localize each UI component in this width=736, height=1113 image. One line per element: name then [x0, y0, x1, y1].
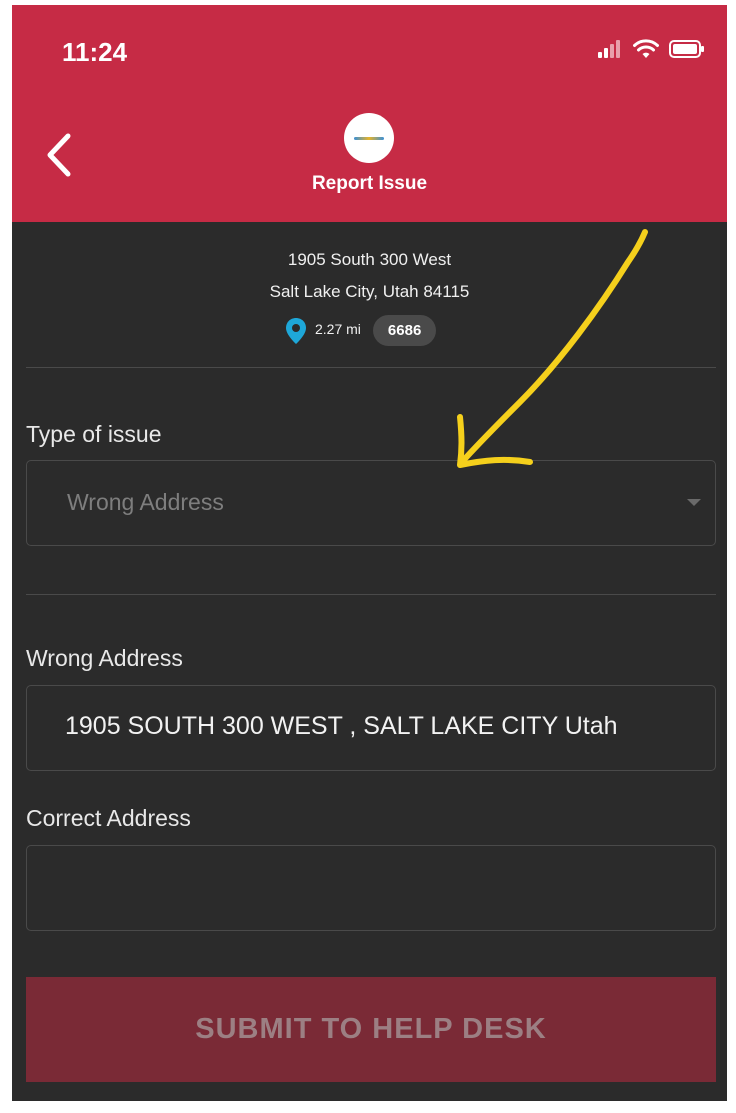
- header-bar: 11:24 Report Issue: [12, 5, 727, 222]
- location-meta: 2.27 mi 6686: [285, 315, 437, 346]
- wrong-address-label: Wrong Address: [26, 645, 183, 671]
- distance-text: 2.27 mi: [315, 320, 361, 337]
- annotation-arrow: [457, 229, 648, 468]
- status-time: 11:24: [62, 37, 128, 67]
- page-title: Report Issue: [311, 173, 428, 194]
- correct-address-label: Correct Address: [26, 805, 191, 831]
- cellular-signal-icon: [598, 40, 620, 58]
- caret-down-icon: [687, 499, 701, 506]
- correct-address-input[interactable]: [26, 845, 716, 931]
- app-frame: 11:24 Report Issue 1905 South 300 West S…: [12, 5, 727, 1101]
- divider: [26, 594, 716, 595]
- submit-to-help-desk-button[interactable]: SUBMIT TO HELP DESK: [26, 977, 716, 1082]
- status-icons: [597, 39, 705, 59]
- location-pin-icon: [286, 317, 306, 344]
- wrong-address-value: 1905 SOUTH 300 WEST , SALT LAKE CITY Uta…: [65, 712, 618, 740]
- issue-type-label: Type of issue: [26, 421, 162, 447]
- wrong-address-input[interactable]: 1905 SOUTH 300 WEST , SALT LAKE CITY Uta…: [26, 685, 716, 771]
- store-id-badge: 6686: [372, 315, 437, 346]
- brand-logo: [344, 113, 394, 163]
- battery-icon: [669, 40, 704, 58]
- wifi-icon: [633, 39, 659, 58]
- issue-type-value: Wrong Address: [67, 489, 224, 515]
